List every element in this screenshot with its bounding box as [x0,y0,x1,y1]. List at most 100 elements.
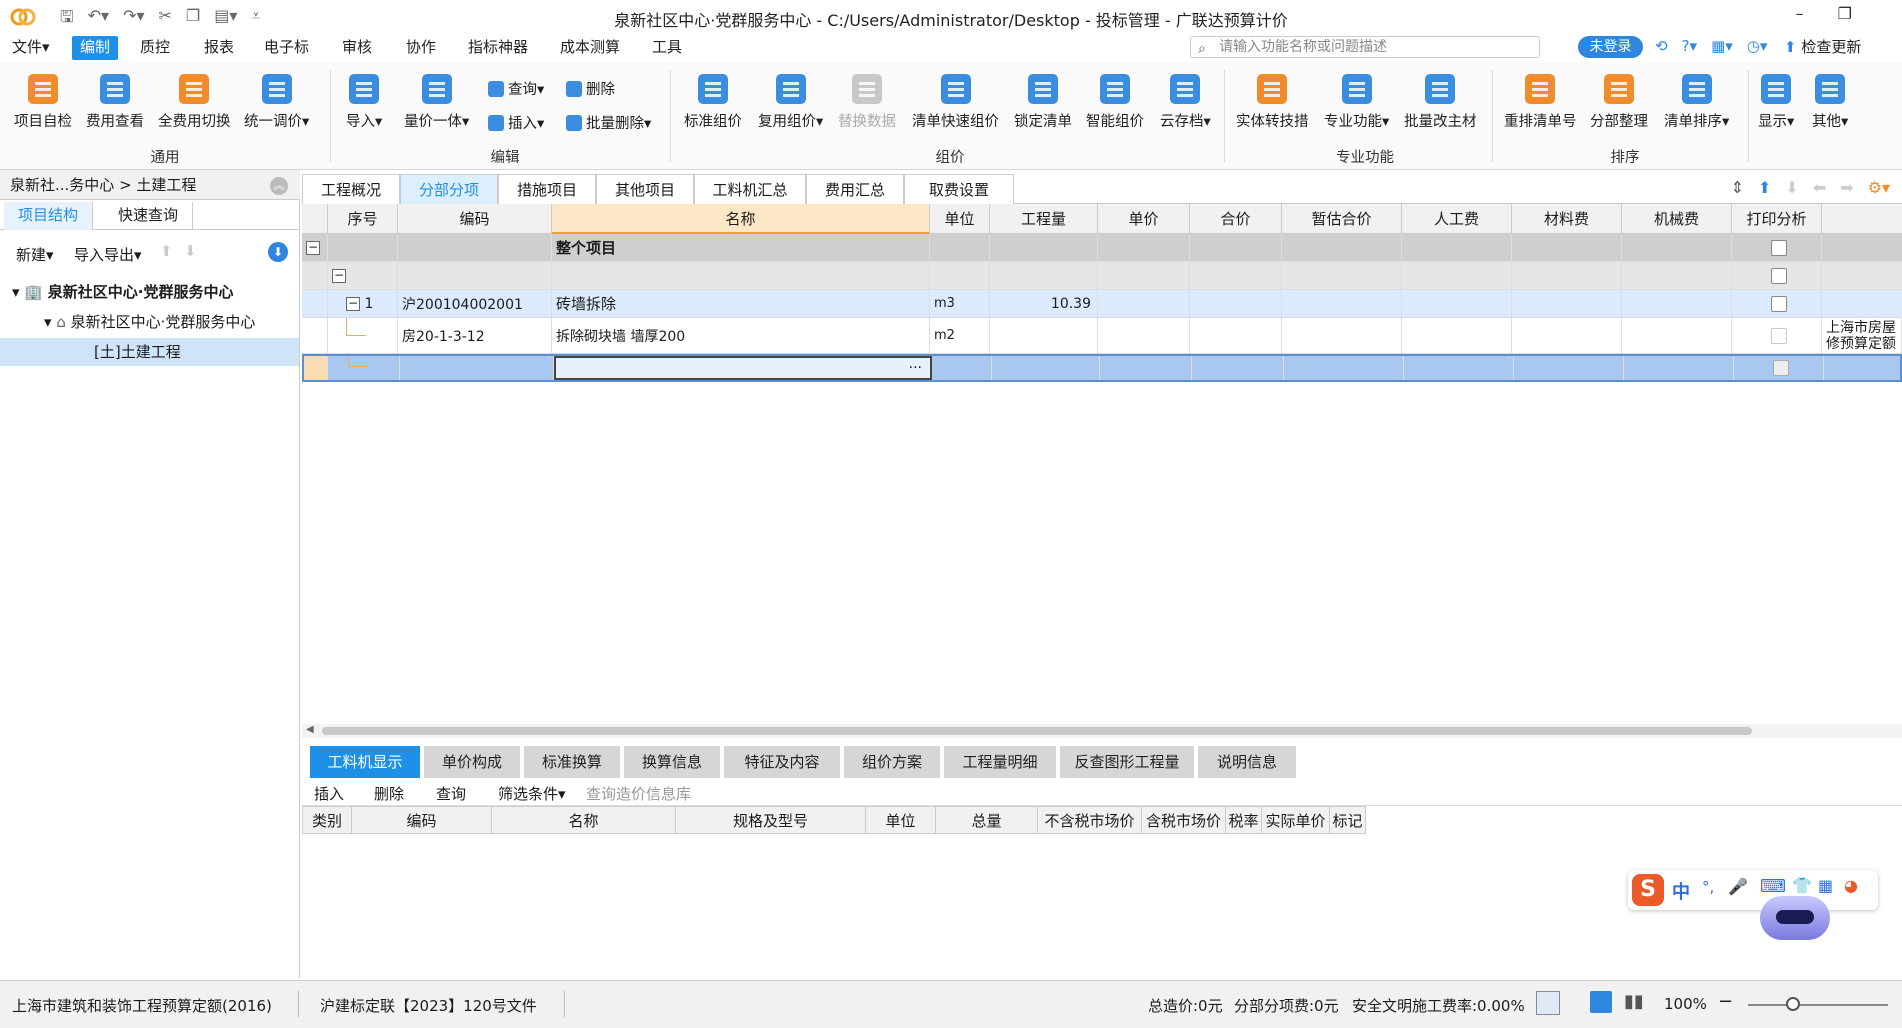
unified-price-button[interactable]: 统一调价▾ [244,74,309,131]
import-export-button[interactable]: 导入导出▾ [74,244,142,265]
special-function-button[interactable]: 专业功能▾ [1324,74,1389,131]
header-name[interactable]: 名称 [552,204,930,234]
table-row[interactable]: − 1 沪200104002001 砖墙拆除 m3 10.39 [302,290,1902,318]
menu-tools[interactable]: 工具 [644,36,690,60]
expand-icon[interactable]: ▾ [44,313,52,331]
horizontal-scrollbar[interactable]: ◀ [302,724,1902,738]
download-icon[interactable]: ⬇ [268,242,288,262]
project-selfcheck-button[interactable]: 项目自检 [14,74,72,131]
scroll-thumb[interactable] [322,727,1752,735]
tree-node-single[interactable]: ▾ ⌂ 泉新社区中心·党群服务中心 [44,308,255,336]
quick-pricing-button[interactable]: 清单快速组价 [912,74,999,131]
col-price-tax[interactable]: 含税市场价 [1142,806,1226,834]
refresh-icon[interactable]: ⟲ [1655,37,1668,55]
menu-index[interactable]: 指标神器 [460,36,536,60]
tab-project-structure[interactable]: 项目结构 [4,202,94,230]
tab-fee-settings[interactable]: 取费设置 [904,174,1014,204]
menu-report[interactable]: 报表 [196,36,242,60]
tab-features[interactable]: 特征及内容 [724,746,840,778]
display-button[interactable]: 显示▾ [1758,74,1794,131]
cell-name[interactable]: 砖墙拆除 [552,290,930,317]
keyboard-icon[interactable]: ⌨ [1760,876,1786,897]
renumber-list-button[interactable]: 重排清单号 [1504,74,1577,131]
zoom-slider-track[interactable] [1748,1004,1888,1006]
col-mark[interactable]: 标记 [1330,806,1366,834]
insert-button[interactable]: 插入 [314,783,344,804]
col-type[interactable]: 类别 [302,806,352,834]
expand-collapse-icon[interactable]: ⇕ [1731,178,1744,197]
section-arrange-button[interactable]: 分部整理 [1590,74,1648,131]
col-tax-rate[interactable]: 税率 [1226,806,1262,834]
cell-qty[interactable]: 10.39 [990,290,1098,317]
tab-quick-query[interactable]: 快速查询 [104,202,194,230]
cell-unit[interactable]: m2 [930,318,990,353]
import-button[interactable]: 导入▾ [346,74,382,131]
fee-view-button[interactable]: 费用查看 [86,74,144,131]
cell-qty[interactable] [990,318,1098,353]
col-total[interactable]: 总量 [936,806,1038,834]
other-button[interactable]: 其他▾ [1812,74,1848,131]
table-row[interactable]: − 整个项目 [302,234,1902,262]
collapse-icon[interactable]: ︽ [270,177,288,195]
header-print[interactable]: 打印分析 [1732,204,1822,234]
check-update-button[interactable]: ⬆ 检查更新 [1784,36,1861,57]
menu-quality[interactable]: 质控 [132,36,178,60]
settings-icon[interactable]: ⚙▾ [1868,178,1890,197]
zoom-out-button[interactable]: − [1718,991,1733,1012]
price-db-query-button[interactable]: 查询造价信息库 [586,783,691,804]
print-checkbox[interactable] [1770,267,1787,284]
apps-icon[interactable]: ▦▾ [1711,37,1733,55]
lock-list-button[interactable]: 锁定清单 [1014,74,1072,131]
toolbox-icon[interactable]: ▦ [1818,876,1833,895]
col-price-notax[interactable]: 不含税市场价 [1038,806,1142,834]
zoom-slider-thumb[interactable] [1786,997,1800,1011]
qty-price-button[interactable]: 量价一体▾ [404,74,469,131]
move-up-icon[interactable]: ⬆ [160,242,173,260]
cloud-archive-button[interactable]: 云存档▾ [1160,74,1211,131]
ellipsis-button[interactable]: ··· [909,360,922,376]
minimize-button[interactable]: – [1796,4,1804,23]
arrow-down-icon[interactable]: ⬇ [1785,178,1798,197]
batch-main-material-button[interactable]: 批量改主材 [1404,74,1477,131]
cell-code[interactable]: 沪200104002001 [398,290,552,317]
menu-ebid[interactable]: 电子标 [256,36,317,60]
col-name[interactable]: 名称 [492,806,676,834]
filter-button[interactable]: 筛选条件▾ [498,783,566,804]
print-checkbox[interactable] [1770,327,1787,344]
skin-icon[interactable]: 👕 [1792,876,1812,895]
cell-name-editor[interactable]: ··· [554,356,932,380]
list-sort-button[interactable]: 清单排序▾ [1664,74,1729,131]
print-checkbox[interactable] [1770,239,1787,256]
menu-cost[interactable]: 成本测算 [552,36,628,60]
full-fee-switch-button[interactable]: 全费用切换 [158,74,231,131]
tab-material-display[interactable]: 工料机显示 [310,746,420,778]
tab-qty-detail[interactable]: 工程量明细 [944,746,1056,778]
insert-button[interactable]: 插入▾ [488,112,544,133]
move-down-icon[interactable]: ⬇ [184,242,197,260]
header-seq[interactable]: 序号 [328,204,398,234]
tab-subitems[interactable]: 分部分项 [400,174,498,204]
header-labor[interactable]: 人工费 [1402,204,1512,234]
reuse-pricing-button[interactable]: 复用组价▾ [758,74,823,131]
arrow-right-icon[interactable]: ➡ [1840,178,1853,197]
batch-delete-button[interactable]: 批量删除▾ [566,112,651,133]
menu-review[interactable]: 审核 [334,36,380,60]
clock-icon[interactable]: ◷▾ [1747,37,1768,55]
header-code[interactable]: 编码 [398,204,552,234]
header-total[interactable]: 合价 [1190,204,1282,234]
col-spec[interactable]: 规格及型号 [676,806,866,834]
table-row[interactable]: − [302,262,1902,290]
cell-name[interactable] [552,262,930,289]
cell-code[interactable]: 房20-1-3-12 [398,318,552,353]
tab-overview[interactable]: 工程概况 [302,174,400,204]
cell-name[interactable]: 拆除砌块墙 墙厚200 [552,318,930,353]
microphone-icon[interactable]: 🎤 [1728,877,1748,896]
header-unit[interactable]: 单位 [930,204,990,234]
assistant-robot-icon[interactable] [1760,896,1830,940]
tab-measures[interactable]: 措施项目 [498,174,596,204]
new-button[interactable]: 新建▾ [16,244,54,265]
tab-other-items[interactable]: 其他项目 [596,174,694,204]
tab-conversion-info[interactable]: 换算信息 [624,746,720,778]
cell-code[interactable] [400,356,554,380]
login-button[interactable]: 未登录 [1578,36,1643,58]
